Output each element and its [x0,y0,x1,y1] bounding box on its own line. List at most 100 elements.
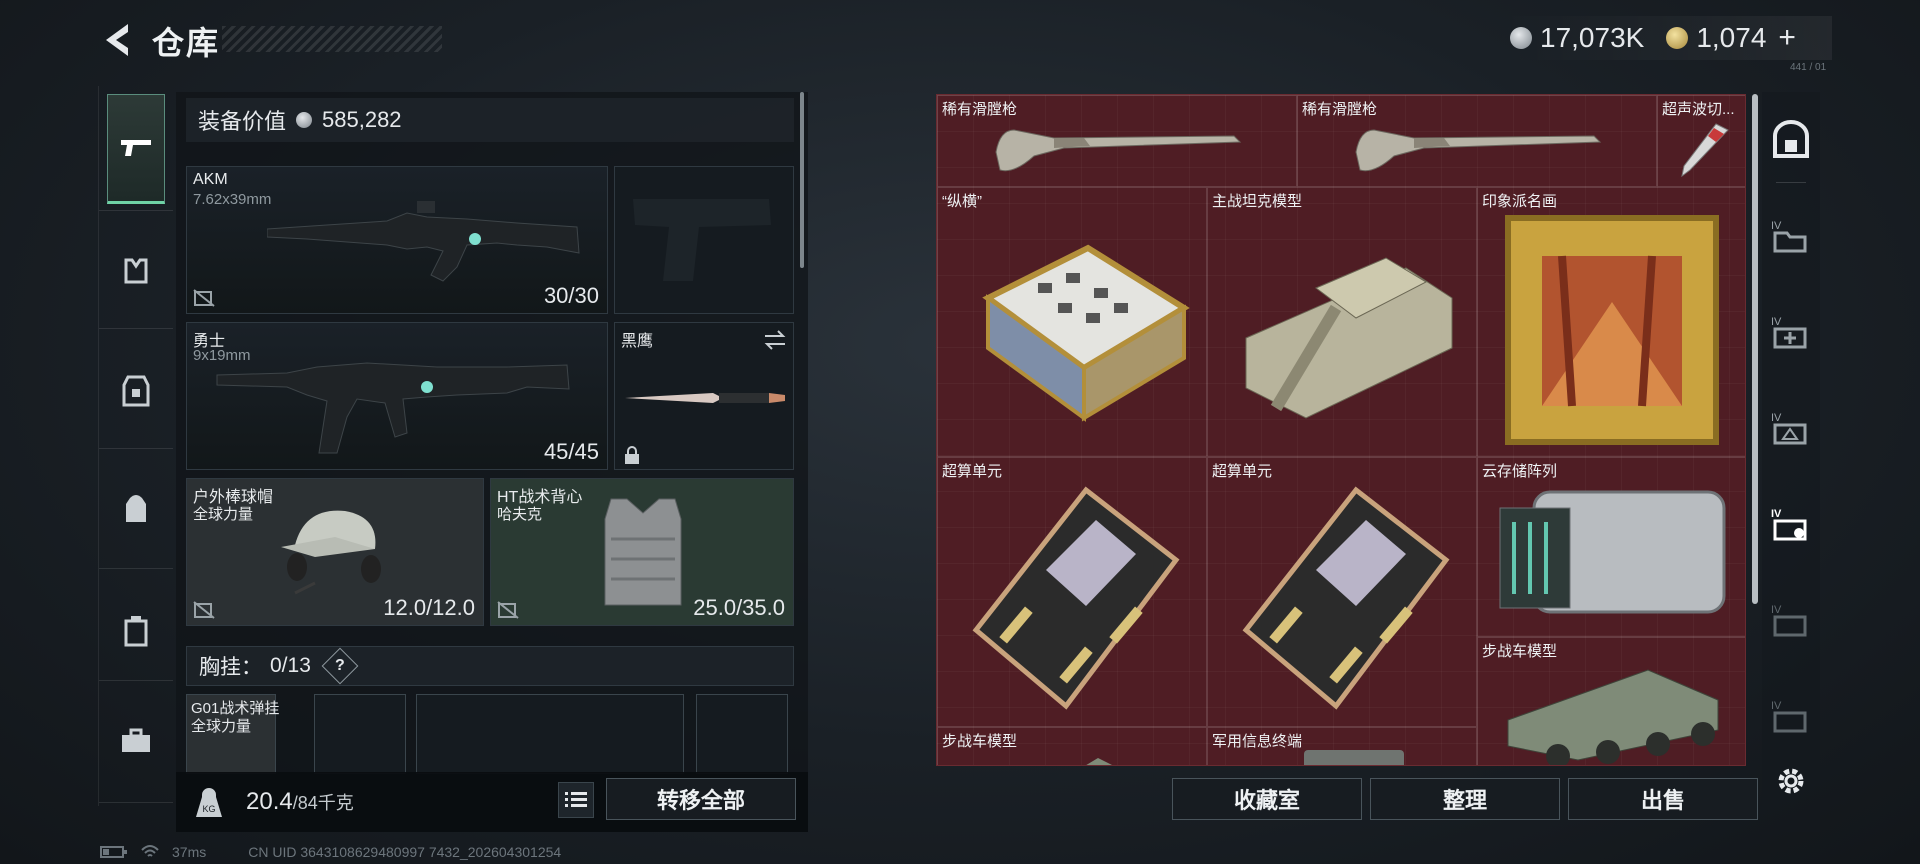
storage-tab-extension-5[interactable]: IV [1768,596,1814,642]
cloud-storage-array-icon [1499,490,1726,614]
battery-icon [100,846,127,858]
transfer-all-button[interactable]: 转移全部 [606,778,796,820]
storage-item[interactable]: 军用信息终端 [1207,727,1477,765]
user-uid: CN UID 3643108629480997 7432_20260430125… [248,844,562,860]
status-bar: 37ms CN UID 3643108629480997 7432_202604… [100,844,561,860]
ifv-model-icon [1507,669,1719,765]
help-icon[interactable]: ? [321,647,359,685]
ammo-count: 45/45 [543,439,599,464]
storage-scrollbar[interactable] [1752,94,1758,604]
gear-case-icon: IV [1771,604,1807,637]
storage-tab-extension-4[interactable]: IV [1768,500,1814,546]
storage-item[interactable]: 稀有滑膛枪 [1297,95,1657,187]
secondary-weapon-slot[interactable]: 勇士 9x19mm 45/45 [186,322,608,470]
extension-folder-icon: IV [1771,220,1807,253]
storage-tab-extension-2[interactable]: IV [1768,308,1814,354]
chest-rig-header: 胸挂： 0/13 ? [186,646,794,686]
settings-button[interactable] [1768,758,1814,804]
sort-button[interactable]: 整理 [1370,778,1560,820]
ifv-model-icon [1086,758,1112,765]
rail-item-chest-rig[interactable] [107,576,165,686]
title-decoration [222,26,442,52]
no-insure-icon [193,289,215,307]
item-label: “纵横” [942,193,982,210]
gold-currency-value: 1,074 [1696,22,1767,53]
chest-rig-pocket[interactable] [314,694,406,774]
storage-item[interactable]: 主战坦克模型 [1207,187,1477,457]
svg-text:KG: KG [202,804,215,814]
storage-item[interactable]: 步战车模型 [1477,637,1745,765]
primary-weapon-slot[interactable]: AKM 7.62x39mm 30/30 [186,166,608,314]
helmet-slot[interactable]: 户外棒球帽 全球力量 12.0/12.0 [186,478,484,626]
sell-button[interactable]: 出售 [1568,778,1758,820]
knife-icon [625,393,785,403]
storage-item[interactable]: 步战车模型 [937,727,1207,765]
swap-icon[interactable] [763,329,787,351]
weight-current: 20.4 [246,788,293,815]
rail-item-vest[interactable] [107,336,165,446]
chest-rig-item[interactable]: G01战术弹挂 全球力量 [186,694,279,774]
rifle-icon [267,201,580,282]
equipment-value-label: 装备价值 [198,109,287,134]
melee-slot[interactable]: 黑鹰 [614,322,794,470]
storage-tab-rail: IV IV IV IV IV IV [1762,92,1820,832]
item-label: 军用信息终端 [1212,733,1303,750]
medical-case-icon: IV [1771,316,1807,349]
supercomputer-unit-icon [972,486,1180,710]
musket-icon [1355,129,1602,172]
list-view-button[interactable] [558,782,594,818]
tank-model-icon [1245,257,1453,419]
corner-note: 441 / 01 [1790,62,1827,73]
sidearm-slot-empty[interactable] [614,166,794,314]
ultrasonic-cutter-icon [1681,123,1729,178]
toolbox-icon [122,728,150,752]
category-rail [98,86,173,806]
armor-icon [124,258,148,284]
pistol-icon [121,140,151,156]
storage-tab-extension-1[interactable]: IV [1768,212,1814,258]
storage-item[interactable]: “纵横” [937,187,1207,457]
collection-room-button[interactable]: 收藏室 [1172,778,1362,820]
storage-item[interactable]: 超算单元 [937,457,1207,727]
musket-icon [995,129,1242,172]
armor-slot[interactable]: HT战术背心 哈夫克 25.0/35.0 [490,478,794,626]
chest-rig-pocket[interactable] [416,694,684,774]
equipment-value-header: 装备价值 585,282 [186,98,794,142]
chest-rig-label: 胸挂： [199,656,262,679]
chest-rig-item-brand: 全球力量 [191,718,252,735]
storage-item[interactable]: 云存储阵列 [1477,457,1745,637]
slot-caliber: 7.62x39mm [193,191,272,208]
page-title: 仓库 [152,25,221,61]
chest-rig-pocket[interactable] [696,694,788,774]
list-icon [565,792,587,807]
rail-item-backpack[interactable] [107,454,165,564]
storage-item[interactable]: 超算单元 [1207,457,1477,727]
chessboard-icon [982,244,1190,422]
rail-item-weapons[interactable] [107,94,165,204]
item-label: 超算单元 [1212,463,1273,480]
rail-item-helmet[interactable] [107,216,165,326]
wifi-icon [141,845,159,857]
silver-coin-icon [296,112,313,128]
gear-icon [1778,768,1804,794]
smg-icon [216,362,570,454]
storage-item[interactable]: 印象派名画 [1477,187,1745,457]
framed-painting-icon [1505,215,1719,445]
item-label: 云存储阵列 [1482,463,1558,480]
chest-rig-icon [124,616,148,647]
backpack-icon [126,495,146,522]
storage-item[interactable]: 稀有滑膛枪 [937,95,1297,187]
storage-item[interactable]: 超声波切... [1657,95,1745,187]
item-label: 超算单元 [942,463,1003,480]
currency-bar: 17,073K 1,074 + [1500,16,1832,60]
weight-icon: KG [196,788,222,817]
equipment-scrollbar[interactable] [800,92,804,268]
storage-tab-main[interactable] [1768,116,1814,162]
storage-tab-extension-6[interactable]: IV [1768,692,1814,738]
ammo-count: 30/30 [543,283,599,308]
silver-currency-value: 17,073K [1540,22,1645,53]
add-currency-button[interactable]: + [1778,21,1796,55]
back-arrow-icon[interactable] [98,20,138,60]
rail-item-case[interactable] [107,686,165,796]
storage-tab-extension-3[interactable]: IV [1768,404,1814,450]
